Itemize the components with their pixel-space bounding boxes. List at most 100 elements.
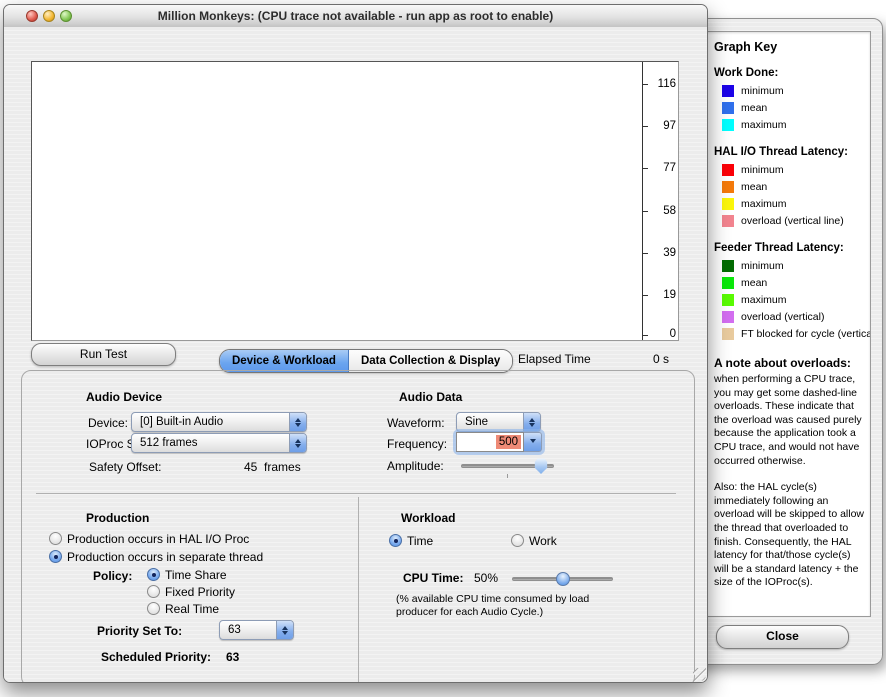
legend-item: maximum	[722, 291, 870, 308]
waveform-label: Waveform:	[387, 416, 445, 430]
legend-swatch-icon	[722, 311, 734, 323]
y-tick-mark	[643, 126, 648, 127]
graph-key-drawer: Graph Key Work Done: minimum mean maximu…	[688, 18, 883, 665]
radio-production-separate[interactable]	[49, 550, 62, 563]
radio-production-hal[interactable]	[49, 532, 62, 545]
safety-offset-value: 45 frames	[244, 460, 301, 474]
vertical-divider	[358, 497, 359, 683]
legend-item: overload (vertical line)	[722, 212, 870, 229]
radio-workload-time[interactable]	[389, 534, 402, 547]
cpu-time-slider-thumb[interactable]	[556, 572, 570, 586]
legend-item: maximum	[722, 116, 870, 133]
cpu-time-value: 50%	[474, 571, 498, 585]
title-bar[interactable]: Million Monkeys: (CPU trace not availabl…	[4, 5, 707, 28]
tab-device-workload[interactable]: Device & Workload	[220, 350, 349, 372]
legend-item: FT blocked for cycle (vertical)	[722, 325, 870, 342]
scheduled-priority-value: 63	[226, 650, 239, 664]
radio-policy-time-share-label[interactable]: Time Share	[165, 568, 227, 582]
y-tick-mark	[643, 335, 648, 336]
legend-swatch-icon	[722, 164, 734, 176]
key-section-work-done: Work Done:	[714, 67, 870, 79]
legend-swatch-icon	[722, 85, 734, 97]
ioproc-size-popup[interactable]: 512 frames	[131, 433, 307, 453]
radio-policy-time-share[interactable]	[147, 568, 160, 581]
chevron-down-icon	[530, 439, 536, 446]
legend-item: mean	[722, 274, 870, 291]
legend-swatch-icon	[722, 260, 734, 272]
legend-label: FT blocked for cycle (vertical)	[741, 328, 871, 340]
y-tick-mark	[643, 253, 648, 254]
radio-production-hal-label[interactable]: Production occurs in HAL I/O Proc	[67, 532, 249, 546]
priority-popup[interactable]: 63	[219, 620, 294, 640]
graph-plot-area: 116 97 77 58 39 19 0	[31, 61, 679, 341]
window-title: Million Monkeys: (CPU trace not availabl…	[4, 9, 707, 23]
audio-data-header: Audio Data	[399, 390, 462, 404]
radio-workload-work-label[interactable]: Work	[529, 534, 557, 548]
elapsed-time-label: Elapsed Time	[518, 352, 591, 366]
radio-workload-work[interactable]	[511, 534, 524, 547]
priority-popup-value: 63	[220, 624, 276, 636]
priority-set-to-label: Priority Set To:	[97, 624, 182, 638]
y-tick-label: 97	[650, 120, 676, 132]
legend-swatch-icon	[722, 198, 734, 210]
amplitude-slider-tick	[507, 474, 508, 478]
amplitude-slider-track[interactable]	[461, 464, 554, 468]
overloads-note-paragraph-1: when performing a CPU trace, you may get…	[714, 373, 866, 468]
tab-data-collection-display[interactable]: Data Collection & Display	[349, 350, 512, 372]
radio-workload-time-label[interactable]: Time	[407, 534, 433, 548]
legend-item: minimum	[722, 161, 870, 178]
cpu-time-slider-track[interactable]	[512, 577, 613, 581]
legend-item: overload (vertical)	[722, 308, 870, 325]
legend-label: overload (vertical line)	[741, 215, 844, 227]
overloads-note-header: A note about overloads:	[714, 356, 870, 370]
scheduled-priority-label: Scheduled Priority:	[101, 650, 211, 664]
run-test-button[interactable]: Run Test	[31, 343, 176, 366]
legend-swatch-icon	[722, 181, 734, 193]
main-window: Million Monkeys: (CPU trace not availabl…	[3, 4, 708, 683]
legend-swatch-icon	[722, 328, 734, 340]
graph-key-panel: Graph Key Work Done: minimum mean maximu…	[705, 31, 871, 617]
legend-label: minimum	[741, 260, 784, 272]
radio-policy-real-time[interactable]	[147, 602, 160, 615]
key-section-feeder-latency: Feeder Thread Latency:	[714, 242, 870, 254]
legend-swatch-icon	[722, 277, 734, 289]
legend-swatch-icon	[722, 119, 734, 131]
resize-grip[interactable]	[693, 668, 706, 681]
legend-swatch-icon	[722, 294, 734, 306]
close-button[interactable]: Close	[716, 625, 849, 649]
device-popup[interactable]: [0] Built-in Audio	[131, 412, 307, 432]
amplitude-label: Amplitude:	[387, 459, 444, 473]
legend-label: maximum	[741, 294, 787, 306]
cpu-time-label: CPU Time:	[403, 571, 463, 585]
frequency-dropdown-button[interactable]	[524, 432, 542, 452]
y-tick-label: 0	[650, 328, 676, 340]
frequency-field[interactable]: 500	[456, 432, 524, 452]
horizontal-divider	[36, 493, 676, 494]
y-tick-label: 77	[650, 162, 676, 174]
frequency-combo[interactable]: 500	[456, 432, 542, 452]
waveform-popup[interactable]: Sine	[456, 412, 541, 432]
radio-policy-fixed-priority[interactable]	[147, 585, 160, 598]
radio-production-separate-label[interactable]: Production occurs in separate thread	[67, 550, 263, 564]
legend-label: minimum	[741, 85, 784, 97]
frequency-label: Frequency:	[387, 437, 447, 451]
elapsed-time-value: 0 s	[624, 352, 669, 366]
production-header: Production	[86, 511, 149, 525]
waveform-popup-value: Sine	[457, 416, 523, 428]
policy-label: Policy:	[93, 569, 132, 583]
popup-arrows-icon	[276, 621, 293, 639]
radio-policy-fixed-priority-label[interactable]: Fixed Priority	[165, 585, 235, 599]
popup-arrows-icon	[523, 413, 540, 431]
y-tick-mark	[643, 168, 648, 169]
legend-item: mean	[722, 99, 870, 116]
legend-label: overload (vertical)	[741, 311, 824, 323]
popup-arrows-icon	[289, 434, 306, 452]
overloads-note-paragraph-2: Also: the HAL cycle(s) immediately follo…	[714, 481, 866, 590]
window-body: 116 97 77 58 39 19 0 Run Test Device & W…	[4, 27, 707, 682]
workload-header: Workload	[401, 511, 455, 525]
radio-policy-real-time-label[interactable]: Real Time	[165, 602, 219, 616]
device-popup-value: [0] Built-in Audio	[132, 416, 289, 428]
popup-arrows-icon	[289, 413, 306, 431]
device-label: Device:	[88, 416, 128, 430]
legend-swatch-icon	[722, 102, 734, 114]
